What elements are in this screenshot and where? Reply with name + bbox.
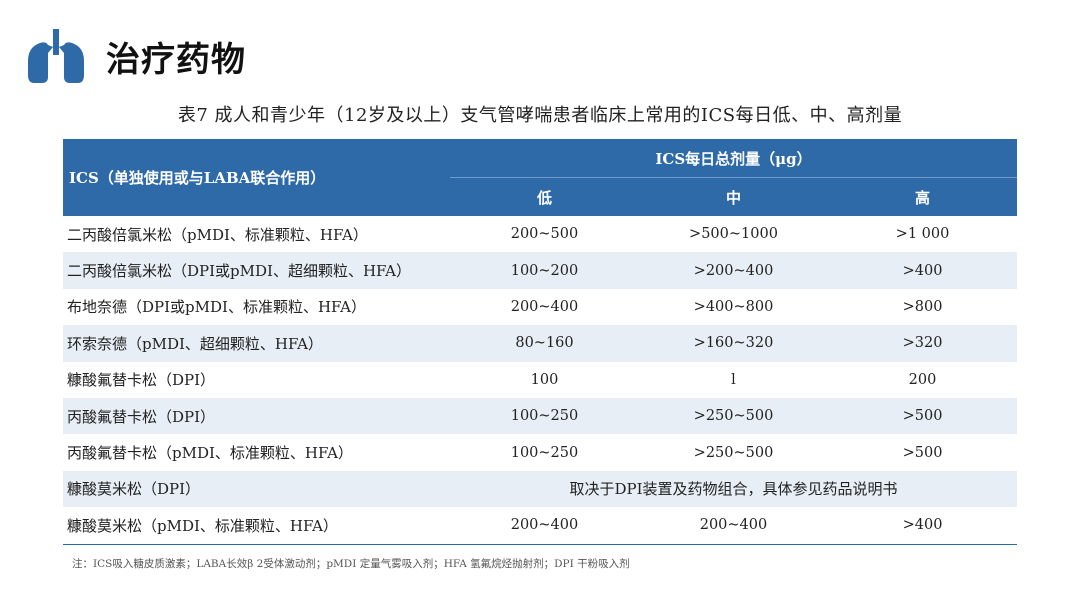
high-dose: >320: [828, 325, 1018, 362]
mid-dose: >200~400: [639, 252, 828, 289]
high-dose: >500: [828, 397, 1018, 435]
high-dose: >400: [828, 507, 1018, 545]
drug-name: 糠酸氟替卡松（DPI）: [63, 361, 450, 398]
ics-dose-table: ICS（单独使用或与LABA联合作用） ICS每日总剂量（μg） 低 中 高 二…: [63, 139, 1018, 545]
table-caption: 表7 成人和青少年（12岁及以上）支气管哮喘患者临床上常用的ICS每日低、中、高…: [177, 105, 903, 126]
low-dose: 200~400: [450, 288, 639, 326]
page-title: 治疗药物: [106, 39, 246, 80]
drug-name: 丙酸氟替卡松（DPI）: [63, 397, 450, 435]
page-header: 治疗药物: [26, 26, 246, 86]
mid-dose-header: 中: [639, 177, 828, 216]
low-dose: 100~250: [450, 397, 639, 435]
merged-dose-note: 取决于DPI装置及药物组合，具体参见药品说明书: [450, 470, 1018, 508]
low-dose: 100: [450, 361, 639, 398]
table-row: 丙酸氟替卡松（pMDI、标准颗粒、HFA） 100~250 >250~500 >…: [63, 434, 1018, 471]
low-dose: 100~200: [450, 252, 639, 289]
mid-dose: >400~800: [639, 288, 828, 326]
drug-name: 二丙酸倍氯米松（pMDI、标准颗粒、HFA）: [63, 216, 450, 253]
mid-dose: >250~500: [639, 434, 828, 471]
table-row: 环索奈德（pMDI、超细颗粒、HFA） 80~160 >160~320 >320: [63, 325, 1018, 362]
high-dose: >400: [828, 252, 1018, 289]
lungs-icon: [28, 29, 84, 83]
mid-dose: >500~1000: [639, 216, 828, 253]
drug-column-header: ICS（单独使用或与LABA联合作用）: [63, 139, 450, 216]
table-row: 布地奈德（DPI或pMDI、标准颗粒、HFA） 200~400 >400~800…: [63, 288, 1018, 326]
low-dose-header: 低: [450, 177, 639, 216]
footnote: 注：ICS吸入糖皮质激素；LABA长效β 2受体激动剂；pMDI 定量气雾吸入剂…: [72, 558, 630, 570]
table-row: 丙酸氟替卡松（DPI） 100~250 >250~500 >500: [63, 397, 1018, 435]
mid-dose: l: [639, 361, 828, 398]
table-row: 糠酸氟替卡松（DPI） 100 l 200: [63, 361, 1018, 398]
table-row: 二丙酸倍氯米松（DPI或pMDI、超细颗粒、HFA） 100~200 >200~…: [63, 252, 1018, 289]
table-row: 糠酸莫米松（DPI） 取决于DPI装置及药物组合，具体参见药品说明书: [63, 470, 1018, 508]
high-dose: >500: [828, 434, 1018, 471]
mid-dose: 200~400: [639, 507, 828, 545]
drug-name: 糠酸莫米松（pMDI、标准颗粒、HFA）: [63, 507, 450, 545]
drug-name: 二丙酸倍氯米松（DPI或pMDI、超细颗粒、HFA）: [63, 252, 450, 289]
mid-dose: >250~500: [639, 397, 828, 435]
table-row: 糠酸莫米松（pMDI、标准颗粒、HFA） 200~400 200~400 >40…: [63, 507, 1018, 545]
table-row: 二丙酸倍氯米松（pMDI、标准颗粒、HFA） 200~500 >500~1000…: [63, 216, 1018, 253]
dose-column-header: ICS每日总剂量（μg）: [450, 139, 1018, 178]
high-dose: >1 000: [828, 216, 1018, 253]
high-dose: 200: [828, 361, 1018, 398]
low-dose: 100~250: [450, 434, 639, 471]
mid-dose: >160~320: [639, 325, 828, 362]
high-dose: >800: [828, 288, 1018, 326]
drug-name: 布地奈德（DPI或pMDI、标准颗粒、HFA）: [63, 288, 450, 326]
drug-name: 丙酸氟替卡松（pMDI、标准颗粒、HFA）: [63, 434, 450, 471]
drug-name: 环索奈德（pMDI、超细颗粒、HFA）: [63, 325, 450, 362]
low-dose: 200~500: [450, 216, 639, 253]
low-dose: 200~400: [450, 507, 639, 545]
high-dose-header: 高: [828, 177, 1018, 216]
drug-name: 糠酸莫米松（DPI）: [63, 470, 450, 508]
low-dose: 80~160: [450, 325, 639, 362]
